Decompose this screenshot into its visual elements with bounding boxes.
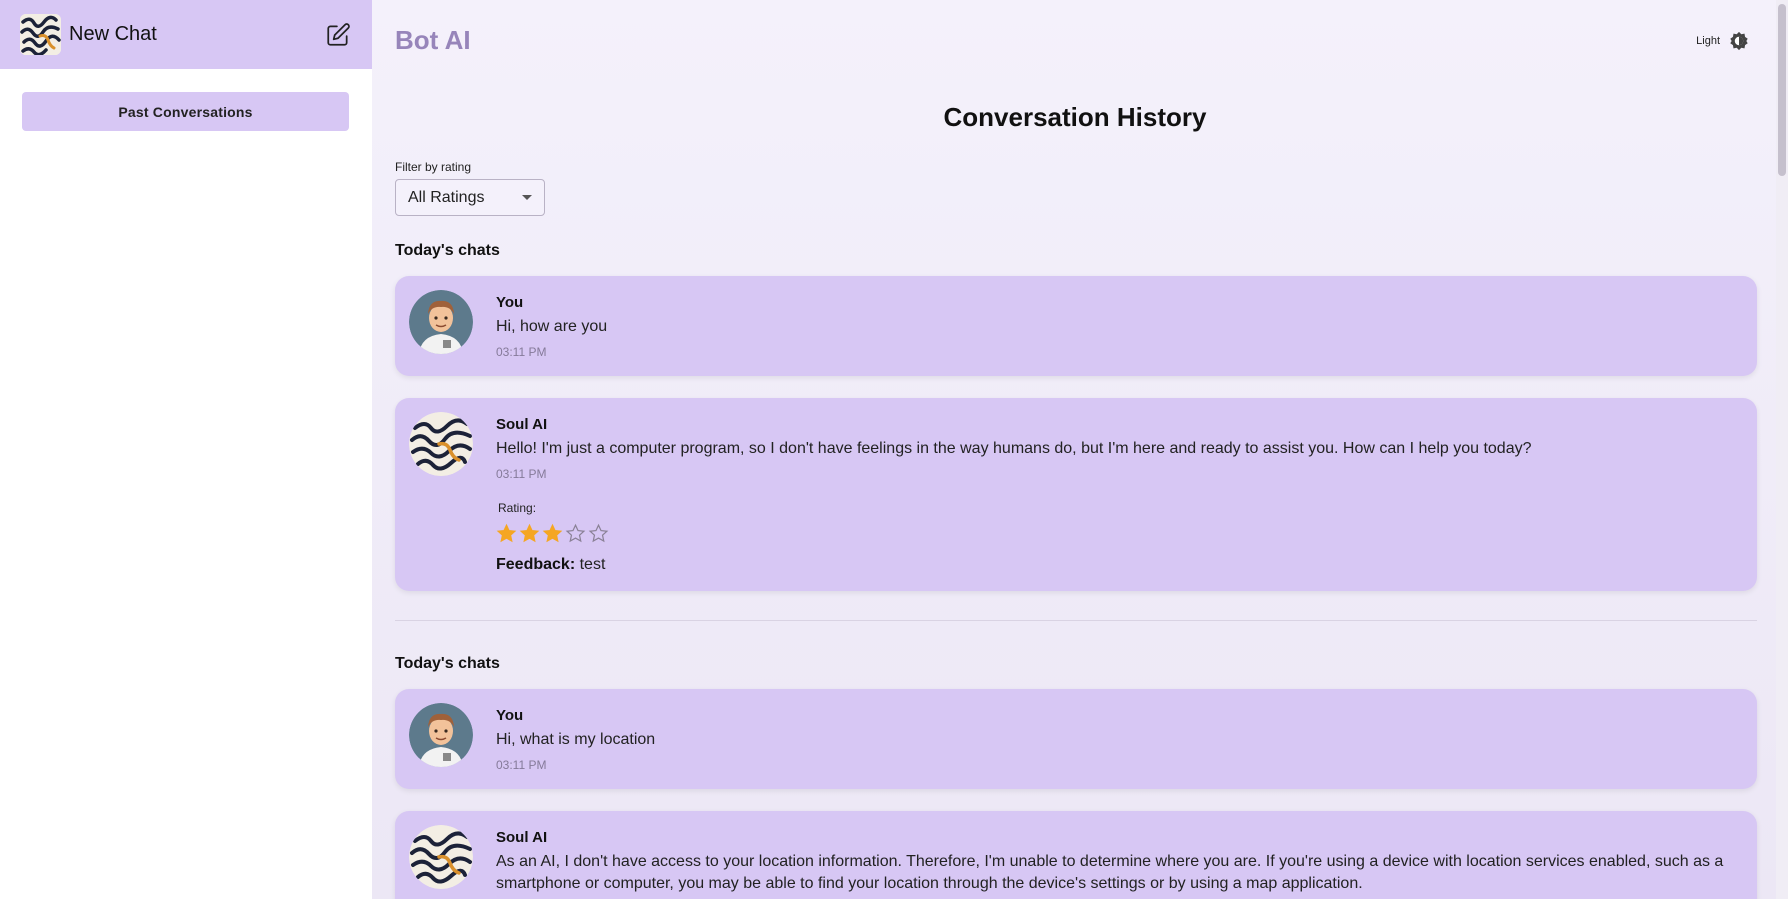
divider: [395, 620, 1757, 621]
chevron-down-icon: [522, 195, 532, 200]
bot-avatar-icon: [409, 825, 473, 889]
app: New Chat Past Conversations Bot AI Light…: [0, 0, 1788, 899]
message-sender: You: [496, 707, 524, 724]
brand-title: Bot AI: [395, 24, 471, 55]
message-text: Hello! I'm just a computer program, so I…: [496, 440, 1532, 457]
user-avatar-icon: [409, 290, 473, 354]
edit-icon[interactable]: [324, 21, 352, 49]
message-body: You Hi, what is my location 03:11 PM: [496, 707, 1727, 772]
message-text: Hi, how are you: [496, 318, 608, 335]
message-time: 03:11 PM: [496, 758, 547, 772]
feedback-text: test: [579, 556, 606, 573]
star-rating[interactable]: [496, 523, 1727, 544]
rating-label: Rating:: [498, 501, 537, 515]
star-empty-icon[interactable]: [588, 523, 609, 544]
theme-toggle[interactable]: Light: [1696, 30, 1750, 52]
bot-avatar-icon: [409, 412, 473, 476]
rating-select-value: All Ratings: [408, 188, 485, 206]
message-text: As an AI, I don't have access to your lo…: [496, 853, 1724, 892]
sidebar: New Chat Past Conversations: [0, 0, 372, 899]
message-body: Soul AI As an AI, I don't have access to…: [496, 829, 1727, 895]
message-sender: Soul AI: [496, 829, 548, 846]
scrollbar[interactable]: [1776, 0, 1788, 899]
topbar: Bot AI: [372, 0, 1788, 80]
user-avatar-icon: [409, 703, 473, 767]
message-text: Hi, what is my location: [496, 731, 656, 748]
scrollbar-thumb[interactable]: [1778, 4, 1786, 176]
star-filled-icon[interactable]: [496, 523, 517, 544]
sidebar-header[interactable]: New Chat: [0, 0, 372, 69]
message-body: You Hi, how are you 03:11 PM: [496, 294, 1727, 359]
message-card: Soul AI Hello! I'm just a computer progr…: [395, 398, 1757, 591]
section-heading: Today's chats: [395, 242, 500, 259]
message-sender: You: [496, 294, 524, 311]
main-content: Bot AI Light Conversation History Filter…: [372, 0, 1788, 899]
brightness-icon[interactable]: [1728, 30, 1750, 52]
section-heading: Today's chats: [395, 655, 500, 672]
feedback-label: Feedback:: [496, 556, 576, 573]
message-card: You Hi, what is my location 03:11 PM: [395, 689, 1757, 789]
feedback: Feedback: test: [496, 556, 1727, 574]
message-card: Soul AI As an AI, I don't have access to…: [395, 811, 1757, 899]
message-time: 03:11 PM: [496, 467, 547, 481]
message-time: 03:11 PM: [496, 345, 547, 359]
new-chat-label[interactable]: New Chat: [69, 23, 324, 46]
page-title: Conversation History: [943, 102, 1207, 132]
swirl-logo-icon: [20, 14, 61, 55]
filter-label: Filter by rating: [395, 160, 472, 174]
star-filled-icon[interactable]: [542, 523, 563, 544]
message-card: You Hi, how are you 03:11 PM: [395, 276, 1757, 376]
theme-label: Light: [1696, 35, 1720, 47]
star-filled-icon[interactable]: [519, 523, 540, 544]
message-body: Soul AI Hello! I'm just a computer progr…: [496, 416, 1727, 574]
star-empty-icon[interactable]: [565, 523, 586, 544]
rating-filter: Filter by rating All Ratings: [395, 160, 545, 216]
rating-select[interactable]: All Ratings: [395, 179, 545, 216]
past-conversations-button[interactable]: Past Conversations: [22, 92, 349, 131]
message-sender: Soul AI: [496, 416, 548, 433]
